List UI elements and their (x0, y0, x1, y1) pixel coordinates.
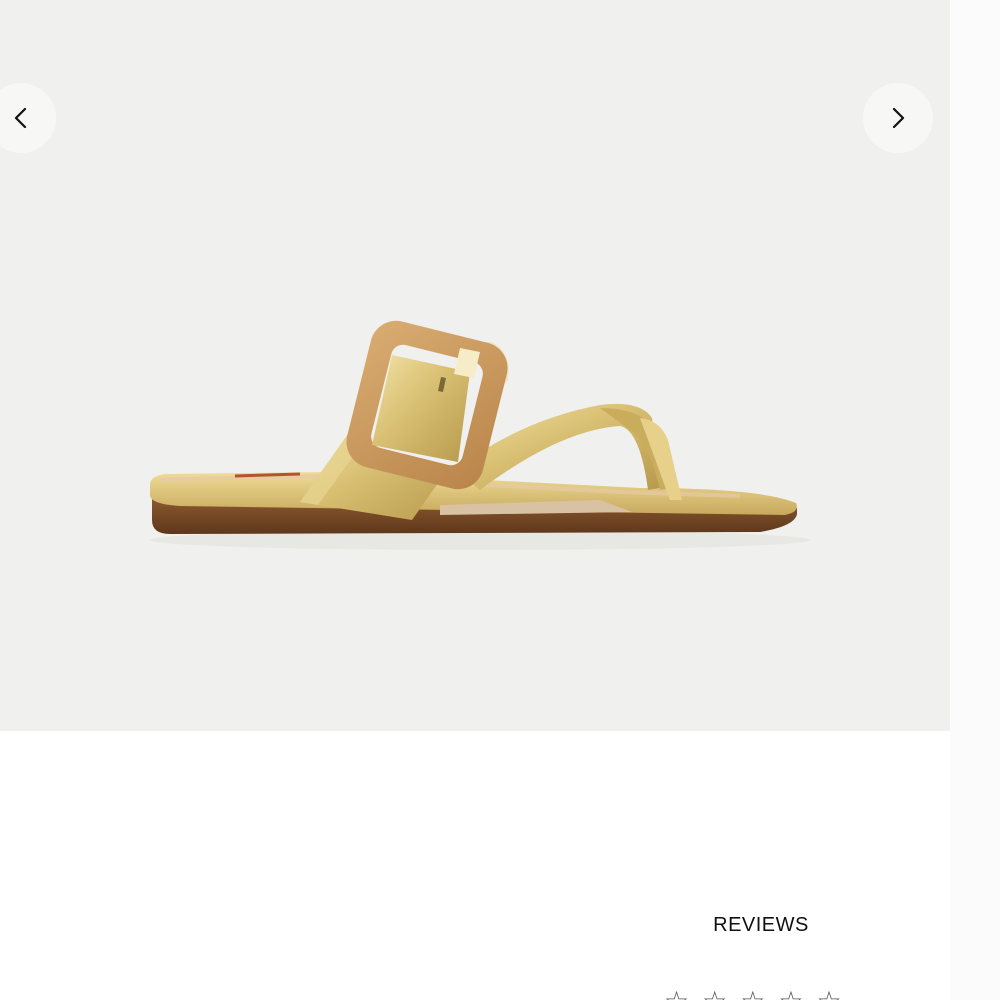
product-image (150, 320, 810, 550)
reviews-heading: REVIEWS (713, 914, 809, 936)
product-page: REVIEWS ☆ ☆ ☆ ☆ ☆ (0, 0, 1000, 1000)
product-image-gallery (0, 0, 950, 731)
star-icon: ☆ (664, 988, 689, 1000)
page-scroll-margin (950, 0, 1000, 1000)
chevron-left-icon (14, 107, 27, 129)
chevron-right-icon (892, 107, 905, 129)
star-icon: ☆ (702, 988, 727, 1000)
star-icon: ☆ (740, 988, 765, 1000)
next-image-button[interactable] (863, 83, 933, 153)
star-icon: ☆ (778, 988, 803, 1000)
star-icon: ☆ (816, 988, 841, 1000)
review-stars: ☆ ☆ ☆ ☆ ☆ (664, 988, 842, 1000)
